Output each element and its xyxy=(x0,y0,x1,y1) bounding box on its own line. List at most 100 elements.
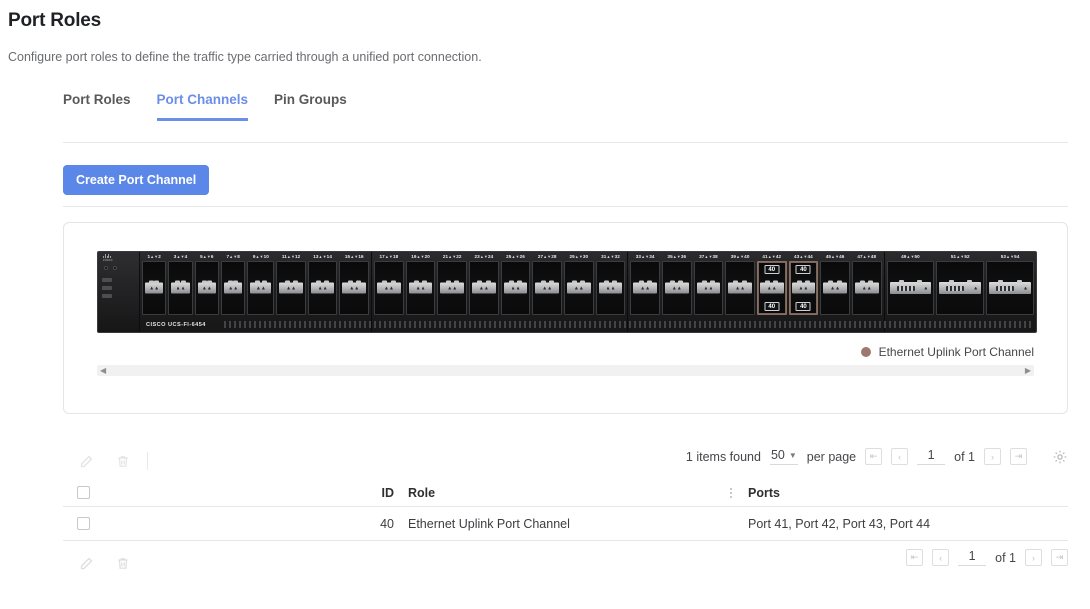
switch-horizontal-scrollbar[interactable]: ◀ ▶ xyxy=(97,365,1034,376)
tab-pin-groups[interactable]: Pin Groups xyxy=(274,92,347,121)
port-cage[interactable] xyxy=(469,261,499,315)
transceiver-icon xyxy=(171,280,190,294)
per-page-label: per page xyxy=(806,449,857,464)
delete-button-bottom[interactable] xyxy=(112,552,134,574)
page-number-input-bottom[interactable]: 1 xyxy=(958,549,987,566)
next-page-button-bottom[interactable]: › xyxy=(1025,549,1042,566)
column-resize-handle[interactable] xyxy=(714,487,748,498)
prev-page-button[interactable]: ‹ xyxy=(891,448,909,465)
toolbar-divider xyxy=(147,452,148,470)
port-cage[interactable] xyxy=(564,261,594,315)
port-pair-label: 49▲▼50 xyxy=(901,254,920,259)
port-pair-label: 19▲▼20 xyxy=(411,254,430,259)
port-cage[interactable] xyxy=(532,261,563,315)
port-cage[interactable] xyxy=(168,261,193,315)
row-checkbox[interactable] xyxy=(77,517,90,530)
column-header-ports[interactable]: Ports xyxy=(748,486,1068,500)
port-cage[interactable]: 40 40 xyxy=(756,261,787,315)
port-pair-label: 29▲▼30 xyxy=(569,254,589,259)
switch-chassis: cisco 1▲▼2 3▲▼4 5▲▼6 7▲▼8 9▲▼10 11▲▼12 13▲▼14 1… xyxy=(97,251,1037,333)
table-row[interactable]: 40 Ethernet Uplink Port Channel Port 41,… xyxy=(63,507,1068,541)
first-page-button[interactable]: ⇤ xyxy=(865,448,883,465)
port-cage[interactable] xyxy=(986,261,1035,315)
next-page-button[interactable]: › xyxy=(984,448,1001,465)
port-cage[interactable] xyxy=(661,261,692,315)
table-settings-button[interactable] xyxy=(1052,449,1068,465)
port-cage[interactable] xyxy=(820,261,850,315)
port-cage[interactable] xyxy=(725,261,755,315)
last-page-button-bottom[interactable]: ⇥ xyxy=(1051,549,1068,566)
column-header-id[interactable]: ID xyxy=(118,486,408,500)
port-cage[interactable] xyxy=(142,261,167,315)
port-speed-badge: 40 xyxy=(795,302,811,311)
port-cage[interactable] xyxy=(595,261,626,315)
table-pagination-bottom: ⇤ ‹ 1 of 1 › ⇥ xyxy=(906,549,1068,566)
transceiver-icon xyxy=(889,280,932,294)
cell-ports: Port 41, Port 42, Port 43, Port 44 xyxy=(748,516,931,531)
port-cage[interactable] xyxy=(307,261,338,315)
port-cage[interactable] xyxy=(221,261,246,315)
port-pair-label: 37▲▼38 xyxy=(699,254,718,259)
port-cage[interactable] xyxy=(437,261,468,315)
transceiver-icon xyxy=(633,280,657,294)
create-port-channel-button[interactable]: Create Port Channel xyxy=(63,165,210,195)
prev-page-button-bottom[interactable]: ‹ xyxy=(932,549,950,566)
column-header-role[interactable]: Role xyxy=(408,486,714,500)
tab-port-roles[interactable]: Port Roles xyxy=(63,92,131,121)
page-number-input[interactable]: 1 xyxy=(917,448,946,465)
transceiver-icon xyxy=(224,280,243,294)
port-cage[interactable] xyxy=(247,261,275,315)
switch-graphic-card: cisco 1▲▼2 3▲▼4 5▲▼6 7▲▼8 9▲▼10 11▲▼12 13▲▼14 1… xyxy=(63,222,1068,414)
table-pagination-top: 1 items found 50 ▼ per page ⇤ ‹ 1 of 1 ›… xyxy=(686,448,1068,465)
port-cage[interactable] xyxy=(339,261,370,315)
port-cage[interactable] xyxy=(851,261,882,315)
pencil-icon xyxy=(80,557,92,569)
delete-button[interactable] xyxy=(112,450,134,472)
page-title: Port Roles xyxy=(8,10,102,31)
port-cage[interactable]: 40 40 xyxy=(788,261,819,315)
port-pair-label: 3▲▼4 xyxy=(173,254,188,259)
scroll-right-arrow-icon[interactable]: ▶ xyxy=(1025,366,1031,375)
port-cage[interactable] xyxy=(500,261,531,315)
legend: Ethernet Uplink Port Channel xyxy=(860,345,1034,359)
trash-icon xyxy=(118,557,128,569)
scroll-left-arrow-icon[interactable]: ◀ xyxy=(100,366,106,375)
legend-label: Ethernet Uplink Port Channel xyxy=(878,345,1034,359)
transceiver-icon xyxy=(535,280,560,294)
per-page-select[interactable]: 50 ▼ xyxy=(769,448,798,465)
transceiver-icon xyxy=(598,280,623,294)
port-cage[interactable] xyxy=(276,261,306,315)
port-pair-label: 31▲▼32 xyxy=(601,254,620,259)
port-speed-badge: 40 xyxy=(764,265,780,274)
transceiver-icon xyxy=(939,280,982,294)
port-pair-label: 5▲▼6 xyxy=(200,254,214,259)
tab-port-channels[interactable]: Port Channels xyxy=(156,92,249,121)
edit-button-bottom[interactable] xyxy=(75,552,97,574)
port-channels-table: ID Role Ports 40 Ethernet Uplink Port Ch… xyxy=(63,479,1068,541)
table-header-row: ID Role Ports xyxy=(63,479,1068,507)
port-cage[interactable] xyxy=(630,261,660,315)
last-page-button[interactable]: ⇥ xyxy=(1010,448,1027,465)
port-pair-label: 11▲▼12 xyxy=(281,254,301,259)
transceiver-icon xyxy=(145,280,164,294)
port-speed-badge: 40 xyxy=(764,302,780,311)
chassis-model-strip: CISCO UCS-FI-6454 xyxy=(98,315,1036,332)
transceiver-icon xyxy=(342,280,367,294)
port-pair-label: 47▲▼48 xyxy=(857,254,877,259)
port-cage[interactable] xyxy=(693,261,724,315)
row-select-cell xyxy=(63,517,118,530)
transceiver-icon xyxy=(377,280,401,294)
first-page-button-bottom[interactable]: ⇤ xyxy=(906,549,924,566)
port-cage[interactable] xyxy=(936,261,985,315)
cell-role: Ethernet Uplink Port Channel xyxy=(408,516,570,531)
port-cage[interactable] xyxy=(405,261,436,315)
select-all-checkbox[interactable] xyxy=(77,486,90,499)
trash-icon xyxy=(118,455,128,467)
port-cage[interactable] xyxy=(374,261,404,315)
transceiver-icon xyxy=(854,280,879,294)
port-cage[interactable] xyxy=(194,261,220,315)
switch-chassis-wrapper[interactable]: cisco 1▲▼2 3▲▼4 5▲▼6 7▲▼8 9▲▼10 11▲▼12 13▲▼14 1… xyxy=(97,251,1037,333)
port-cage[interactable] xyxy=(886,261,935,315)
port-pair-label: 27▲▼28 xyxy=(537,254,557,259)
edit-button[interactable] xyxy=(75,450,97,472)
